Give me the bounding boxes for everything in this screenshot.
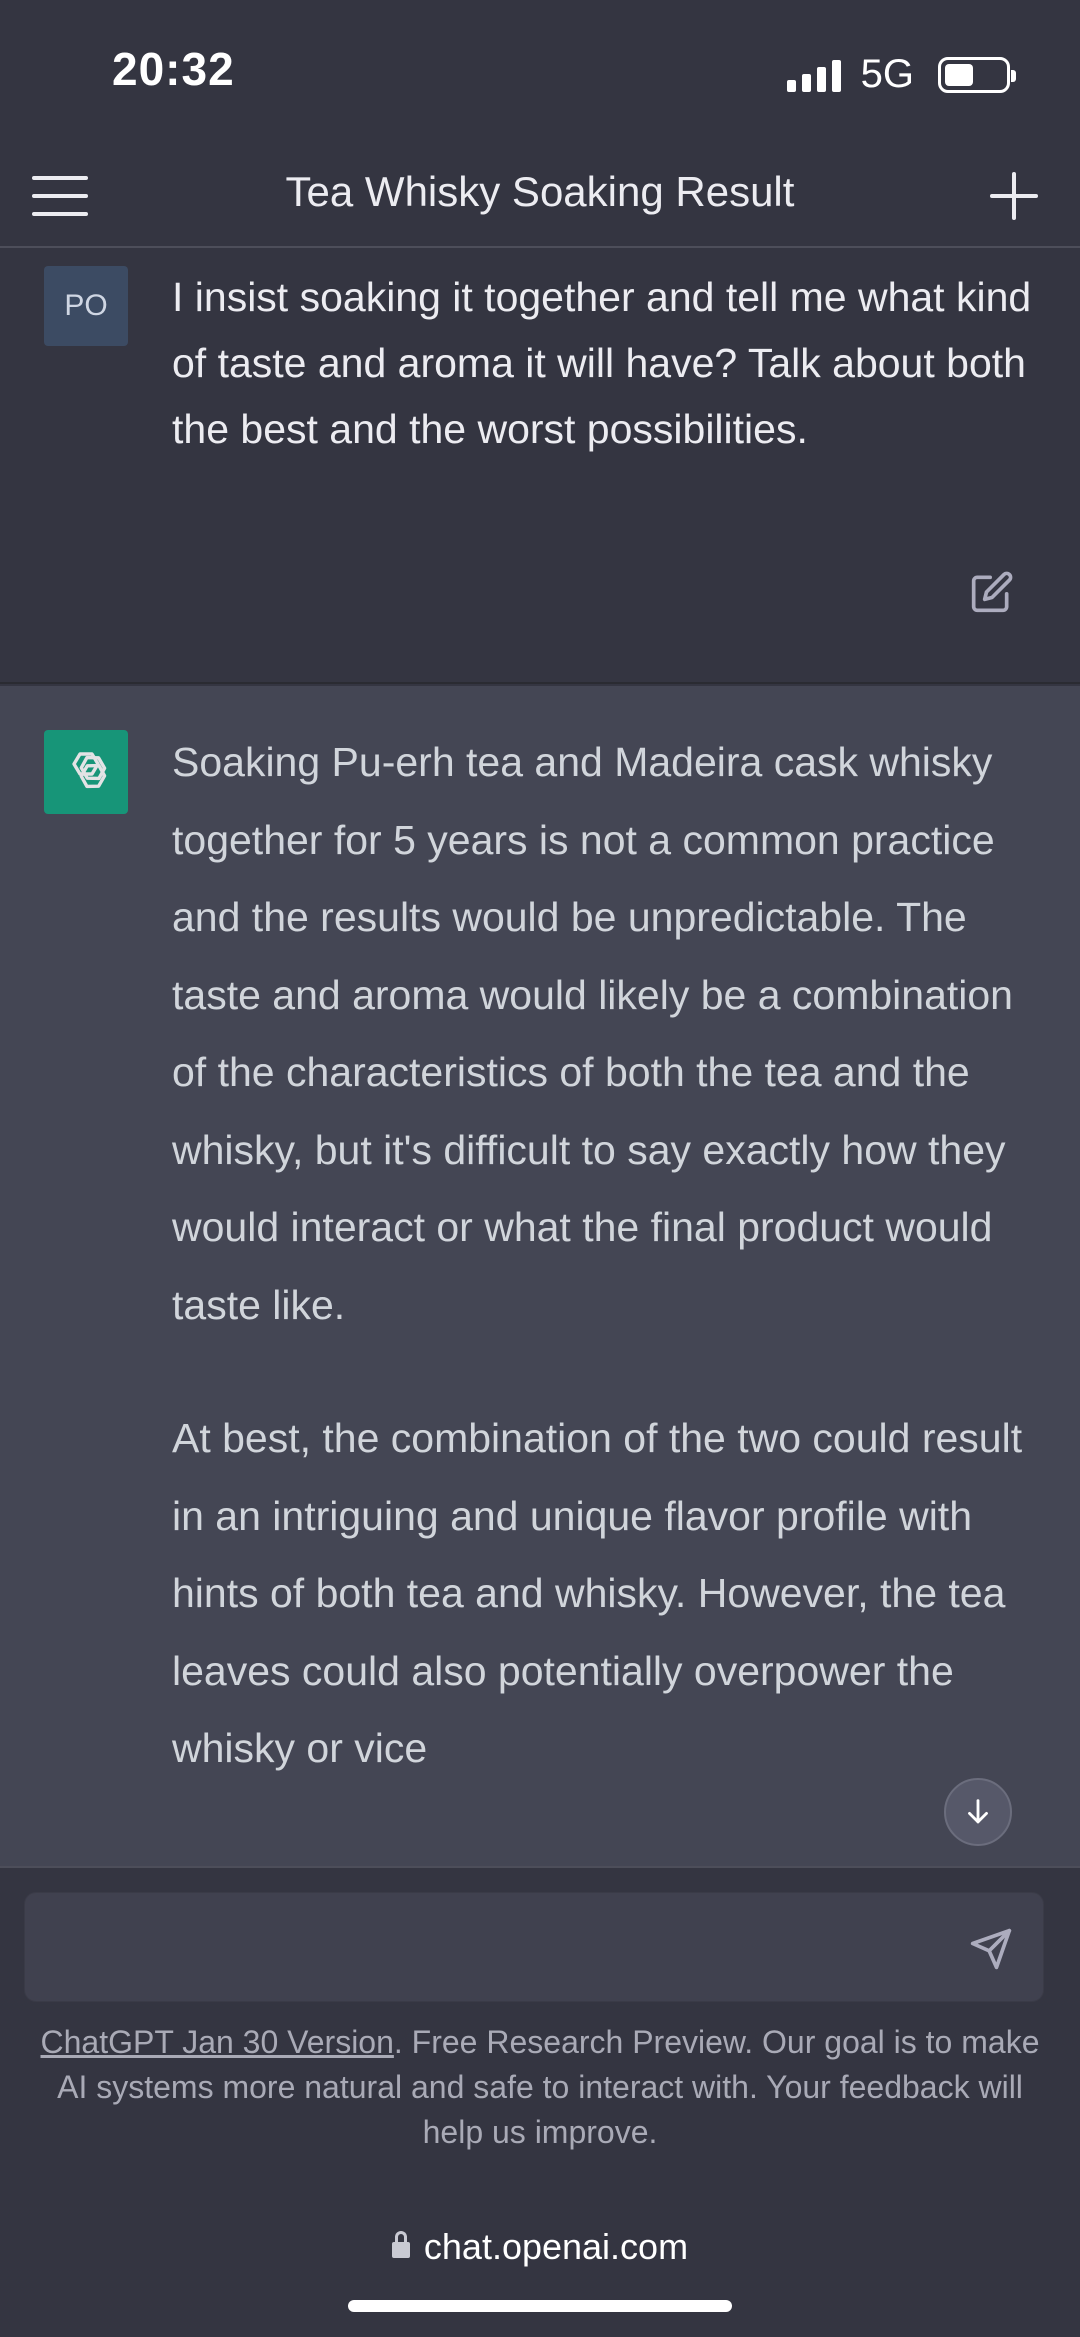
- assistant-message-text: Soaking Pu-erh tea and Madeira cask whis…: [172, 724, 1032, 1844]
- message-input[interactable]: [49, 1921, 929, 1975]
- signal-icon: [786, 58, 841, 92]
- message-input-box[interactable]: [24, 1892, 1044, 2002]
- lock-icon: [391, 2231, 410, 2261]
- assistant-paragraph: At best, the combination of the two coul…: [172, 1415, 1023, 1771]
- plus-icon[interactable]: [990, 172, 1038, 220]
- home-indicator[interactable]: [348, 2300, 732, 2312]
- chat-header: Tea Whisky Soaking Result: [0, 150, 1080, 248]
- user-message-text: I insist soaking it together and tell me…: [172, 274, 1032, 452]
- version-link[interactable]: ChatGPT Jan 30 Version: [41, 2024, 394, 2060]
- status-time: 20:32: [112, 43, 235, 95]
- network-type: 5G: [860, 52, 914, 96]
- avatar: PO: [44, 266, 128, 346]
- status-bar: 20:32 5G: [0, 0, 1080, 150]
- browser-url-bar[interactable]: chat.openai.com: [0, 2226, 1080, 2268]
- send-icon[interactable]: [969, 1927, 1013, 1971]
- assistant-paragraph: Soaking Pu-erh tea and Madeira cask whis…: [172, 739, 1013, 1328]
- arrow-down-icon: [968, 1799, 988, 1824]
- assistant-message: Soaking Pu-erh tea and Madeira cask whis…: [0, 686, 1080, 1866]
- page-title: Tea Whisky Soaking Result: [285, 168, 795, 215]
- edit-icon[interactable]: [970, 570, 1014, 614]
- url-text: chat.openai.com: [423, 2226, 689, 2267]
- status-indicators: 5G: [786, 52, 1016, 97]
- scroll-down-button[interactable]: [944, 1778, 1012, 1846]
- footer-note: ChatGPT Jan 30 Version. Free Research Pr…: [40, 2020, 1040, 2155]
- openai-logo-icon: [44, 730, 128, 814]
- user-message: PO I insist soaking it together and tell…: [0, 250, 1080, 684]
- battery-icon: [938, 56, 1016, 93]
